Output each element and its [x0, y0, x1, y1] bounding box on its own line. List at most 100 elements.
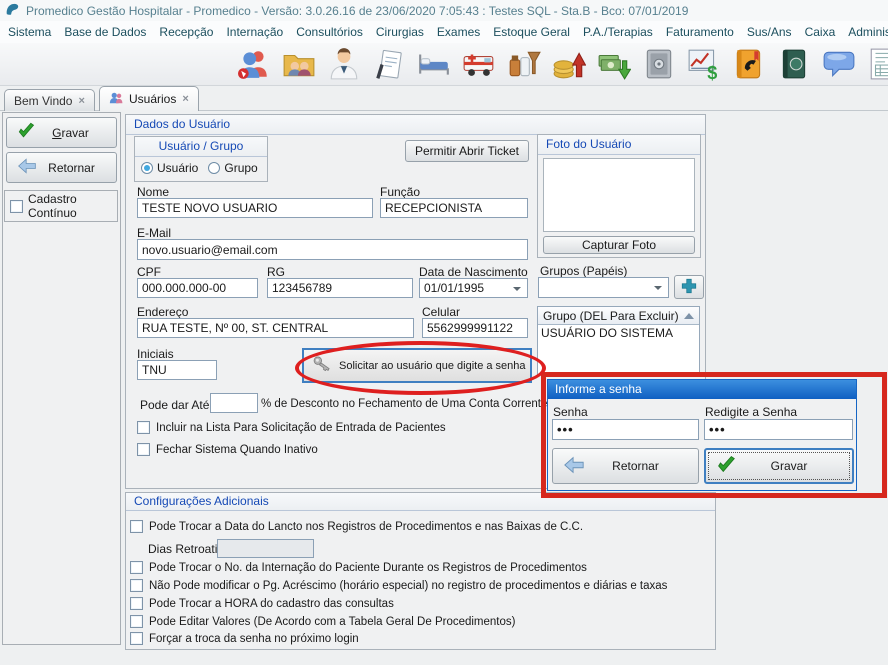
patients-folder-icon[interactable] — [282, 47, 316, 81]
tab-bem-vindo[interactable]: Bem Vindo × — [4, 89, 95, 111]
pharmacy-icon[interactable] — [507, 47, 541, 81]
prescription-icon[interactable] — [372, 47, 406, 81]
usuario-grupo-box: Usuário / Grupo — [134, 136, 268, 182]
dialog-retornar-button[interactable]: Retornar — [552, 448, 699, 484]
grupo-list: Grupo (DEL Para Excluir) USUÁRIO DO SIST… — [537, 306, 700, 375]
tab-usuarios[interactable]: Usuários × — [99, 86, 199, 111]
grupo-list-header[interactable]: Grupo (DEL Para Excluir) — [538, 307, 699, 325]
users-icon[interactable] — [237, 47, 271, 81]
config-row: Não Pode modificar o Pg. Acréscimo (horá… — [130, 579, 667, 592]
cash-in-icon[interactable] — [552, 47, 586, 81]
editar-valores-label: Pode Editar Valores (De Acordo com a Tab… — [149, 616, 515, 628]
menu-item-sistema[interactable]: Sistema — [8, 25, 51, 39]
menu-item-internacao[interactable]: Internação — [226, 25, 283, 39]
grupo-list-header-label: Grupo (DEL Para Excluir) — [543, 309, 679, 323]
cadastro-continuo-label: Cadastro Contínuo — [28, 192, 117, 220]
capturar-foto-button[interactable]: Capturar Foto — [543, 236, 695, 254]
check-icon — [715, 454, 737, 479]
redigite-senha-input[interactable]: ••• — [704, 419, 853, 440]
nome-input[interactable]: TESTE NOVO USUARIO — [137, 198, 373, 218]
menu-item-cirurgias[interactable]: Cirurgias — [376, 25, 424, 39]
forcar-troca-senha-checkbox[interactable] — [130, 632, 143, 645]
dialog-retornar-label: Retornar — [592, 459, 659, 473]
menu-item-pa-terapias[interactable]: P.A./Terapias — [583, 25, 653, 39]
ledger-book-icon[interactable] — [777, 47, 811, 81]
dialog-gravar-label: Gravar — [751, 459, 808, 473]
incluir-lista-checkbox[interactable] — [137, 421, 150, 434]
funcao-input[interactable]: RECEPCIONISTA — [380, 198, 528, 218]
menu-item-faturamento[interactable]: Faturamento — [666, 25, 734, 39]
forcar-troca-senha-label: Forçar a troca da senha no próximo login — [149, 633, 359, 645]
gravar-sidebar-button[interactable]: Gravar — [6, 117, 117, 148]
trocar-data-lancto-checkbox[interactable] — [130, 520, 143, 533]
tab-usuarios-label: Usuários — [129, 92, 176, 106]
trocar-hora-checkbox[interactable] — [130, 597, 143, 610]
menu-item-sus-ans[interactable]: Sus/Ans — [747, 25, 792, 39]
nascimento-combo[interactable]: 01/01/1995 — [419, 278, 528, 298]
menu-item-caixa[interactable]: Caixa — [805, 25, 836, 39]
cpf-input[interactable]: 000.000.000-00 — [137, 278, 258, 298]
cadastro-continuo-checkbox[interactable] — [10, 200, 23, 213]
dialog-gravar-button[interactable]: Gravar — [704, 448, 854, 484]
iniciais-input[interactable]: TNU — [137, 360, 217, 380]
cpf-label: CPF — [137, 265, 161, 279]
app-logo-icon — [5, 2, 20, 20]
chat-icon[interactable] — [822, 47, 856, 81]
trocar-internacao-checkbox[interactable] — [130, 561, 143, 574]
informe-senha-dialog: Informe a senha Senha ••• Redigite a Sen… — [547, 379, 857, 491]
menu-item-administracao[interactable]: Administra — [848, 25, 888, 39]
grupo-list-item[interactable]: USUÁRIO DO SISTEMA — [538, 325, 699, 342]
redigite-senha-label: Redigite a Senha — [705, 405, 797, 419]
ambulance-icon[interactable] — [462, 47, 496, 81]
desconto-input[interactable] — [210, 393, 258, 413]
permitir-abrir-ticket-button[interactable]: Permitir Abrir Ticket — [405, 140, 529, 162]
dropdown-arrow-icon[interactable] — [654, 286, 662, 290]
dias-retroativos-input[interactable] — [217, 539, 314, 558]
menu-bar: Sistema Base de Dados Recepção Internaçã… — [0, 21, 888, 43]
safe-icon[interactable] — [642, 47, 676, 81]
toolbar: $ — [0, 43, 888, 86]
sort-asc-icon — [684, 313, 694, 319]
highlight-ellipse-annotation — [295, 341, 546, 395]
finance-chart-icon[interactable]: $ — [687, 47, 721, 81]
add-grupo-button[interactable] — [674, 275, 704, 299]
dropdown-arrow-icon[interactable] — [513, 287, 521, 291]
menu-item-estoque-geral[interactable]: Estoque Geral — [493, 25, 570, 39]
celular-input[interactable]: 5562999991122 — [422, 318, 528, 338]
incluir-lista-label: Incluir na Lista Para Solicitação de Ent… — [156, 422, 446, 434]
tab-usuarios-close-icon[interactable]: × — [182, 93, 188, 105]
menu-item-recepcao[interactable]: Recepção — [159, 25, 213, 39]
usuario-radio[interactable] — [141, 162, 153, 174]
report-form-icon[interactable] — [867, 47, 888, 81]
cadastro-continuo-row: Cadastro Contínuo — [4, 190, 118, 222]
application-window: Promedico Gestão Hospitalar - Promedico … — [0, 0, 888, 665]
nascimento-value: 01/01/1995 — [424, 281, 484, 295]
fechar-sistema-checkbox[interactable] — [137, 443, 150, 456]
menu-item-consultorios[interactable]: Consultórios — [296, 25, 363, 39]
menu-item-exames[interactable]: Exames — [437, 25, 480, 39]
permitir-abrir-ticket-label: Permitir Abrir Ticket — [415, 144, 519, 158]
svg-text:$: $ — [707, 63, 717, 81]
iniciais-label: Iniciais — [137, 347, 174, 361]
nascimento-label: Data de Nascimento — [419, 265, 528, 279]
email-input[interactable]: novo.usuario@email.com — [137, 239, 528, 260]
senha-input[interactable]: ••• — [552, 419, 699, 440]
editar-valores-checkbox[interactable] — [130, 615, 143, 628]
arrow-left-icon — [16, 156, 38, 179]
hospital-bed-icon[interactable] — [417, 47, 451, 81]
phone-directory-icon[interactable] — [732, 47, 766, 81]
endereco-input[interactable]: RUA TESTE, Nº 00, ST. CENTRAL — [137, 318, 414, 338]
grupo-radio[interactable] — [208, 162, 220, 174]
dados-usuario-group-title: Dados do Usuário — [126, 115, 705, 135]
tab-bem-vindo-close-icon[interactable]: × — [78, 95, 84, 107]
menu-item-base-de-dados[interactable]: Base de Dados — [64, 25, 146, 39]
tab-users-icon — [109, 91, 123, 108]
desconto-prefix-label: Pode dar Até: — [140, 398, 213, 412]
grupos-combo[interactable] — [538, 277, 669, 298]
doctor-icon[interactable] — [327, 47, 361, 81]
retornar-sidebar-button[interactable]: Retornar — [6, 152, 117, 183]
plus-icon — [680, 277, 698, 298]
rg-input[interactable]: 123456789 — [267, 278, 413, 298]
nao-modificar-acrescimo-checkbox[interactable] — [130, 579, 143, 592]
cash-out-icon[interactable] — [597, 47, 631, 81]
